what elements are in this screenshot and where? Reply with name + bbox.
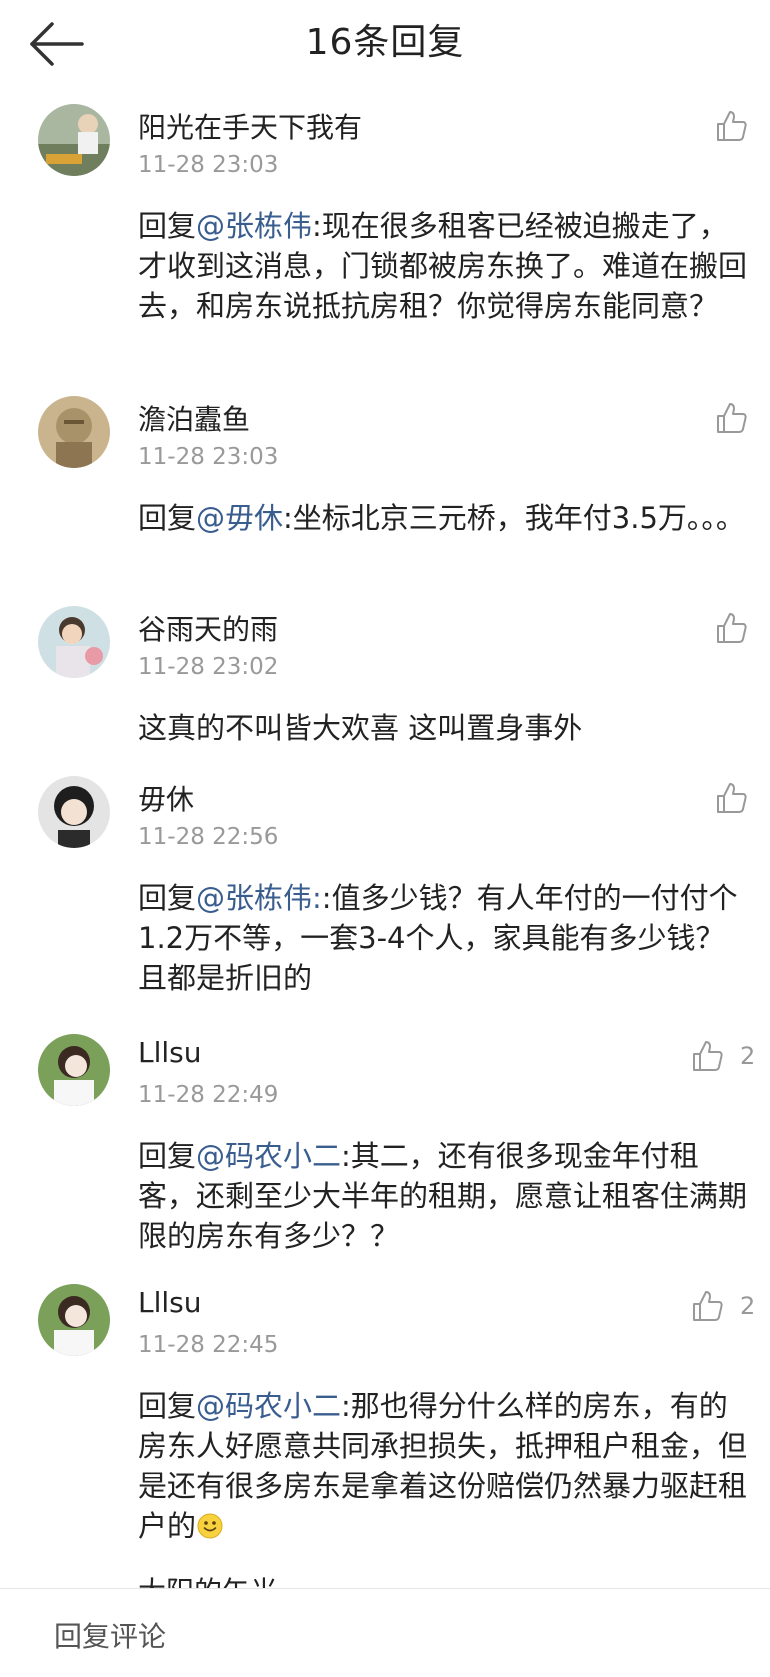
reply-prefix: 回复	[138, 209, 197, 243]
page-title: 16条回复	[305, 22, 465, 63]
mention-link[interactable]: @张栋伟	[196, 209, 312, 243]
smile-emoji-icon	[197, 1513, 223, 1539]
like-button[interactable]	[714, 610, 764, 646]
header: 16条回复	[0, 0, 770, 86]
thumbs-up-icon	[693, 1291, 723, 1321]
user-avatar-icon	[38, 776, 110, 848]
reply-prefix: 回复	[138, 501, 197, 535]
comment-text: 回复@毋休:坐标北京三元桥，我年付3.5万。。。	[138, 498, 748, 538]
avatar[interactable]	[38, 606, 110, 678]
comment-text: 这真的不叫皆大欢喜 这叫置身事外	[138, 708, 748, 748]
like-button[interactable]	[714, 108, 764, 144]
avatar[interactable]	[38, 396, 110, 468]
avatar[interactable]	[38, 1034, 110, 1106]
comment-time: 11-28 22:49	[138, 1082, 279, 1108]
mention-link[interactable]: @张栋伟:	[196, 881, 322, 915]
user-avatar-icon	[38, 1034, 110, 1106]
user-avatar-icon	[38, 1284, 110, 1356]
like-count: 2	[740, 1042, 756, 1070]
thumbs-up-icon	[717, 403, 747, 433]
comment-time: 11-28 23:03	[138, 444, 279, 470]
username[interactable]: Lllsu	[138, 1286, 202, 1319]
username[interactable]: 毋休	[138, 778, 194, 818]
user-avatar-icon	[38, 606, 110, 678]
like-button[interactable]: 2	[690, 1288, 755, 1324]
like-button[interactable]: 2	[690, 1038, 755, 1074]
like-button[interactable]	[714, 780, 764, 816]
avatar[interactable]	[38, 1284, 110, 1356]
thumbs-up-icon	[717, 111, 747, 141]
reply-input[interactable]: 回复评论	[54, 1615, 166, 1655]
thumbs-up-icon	[717, 613, 747, 643]
username[interactable]: 谷雨天的雨	[138, 608, 278, 648]
reply-prefix: 回复	[138, 1139, 197, 1173]
avatar[interactable]	[38, 104, 110, 176]
reply-prefix: 回复	[138, 1389, 197, 1423]
avatar[interactable]	[38, 776, 110, 848]
comment-text: 回复@张栋伟:现在很多租客已经被迫搬走了，才收到这消息，门锁都被房东换了。难道在…	[138, 206, 748, 326]
username[interactable]: 澹泊蠹鱼	[138, 398, 250, 438]
comment-time: 11-28 23:03	[138, 152, 279, 178]
user-avatar-icon	[38, 396, 110, 468]
comment-content: 这真的不叫皆大欢喜 这叫置身事外	[138, 711, 583, 745]
reply-bar[interactable]: 回复评论	[0, 1588, 770, 1677]
thumbs-up-icon	[693, 1041, 723, 1071]
comment-text: 回复@码农小二:那也得分什么样的房东，有的房东人好愿意共同承担损失，抵押租户租金…	[138, 1386, 748, 1546]
comment-time: 11-28 22:45	[138, 1332, 279, 1358]
user-avatar-icon	[38, 104, 110, 176]
like-button[interactable]	[714, 400, 764, 436]
comment-time: 11-28 23:02	[138, 654, 279, 680]
like-count: 2	[740, 1292, 756, 1320]
next-comment-username-partial: 大阳的午光	[138, 1570, 278, 1588]
comment-text: 回复@码农小二:其二，还有很多现金年付租客，还剩至少大半年的租期，愿意让租客住满…	[138, 1136, 748, 1256]
mention-link[interactable]: @码农小二	[196, 1389, 341, 1423]
username[interactable]: Lllsu	[138, 1036, 202, 1069]
thumbs-up-icon	[717, 783, 747, 813]
mention-link[interactable]: @码农小二	[196, 1139, 341, 1173]
mention-link[interactable]: @毋休	[196, 501, 283, 535]
username[interactable]: 阳光在手天下我有	[138, 106, 362, 146]
comment-text: 回复@张栋伟::值多少钱？有人年付的一付付个1.2万不等，一套3-4个人，家具能…	[138, 878, 748, 998]
reply-page: 16条回复 阳光在手天下我有 11-28 23:03 回复@张栋伟:现在很多租客…	[0, 0, 770, 1677]
comment-content: :坐标北京三元桥，我年付3.5万。。。	[283, 501, 745, 535]
comment-time: 11-28 22:56	[138, 824, 279, 850]
reply-prefix: 回复	[138, 881, 197, 915]
